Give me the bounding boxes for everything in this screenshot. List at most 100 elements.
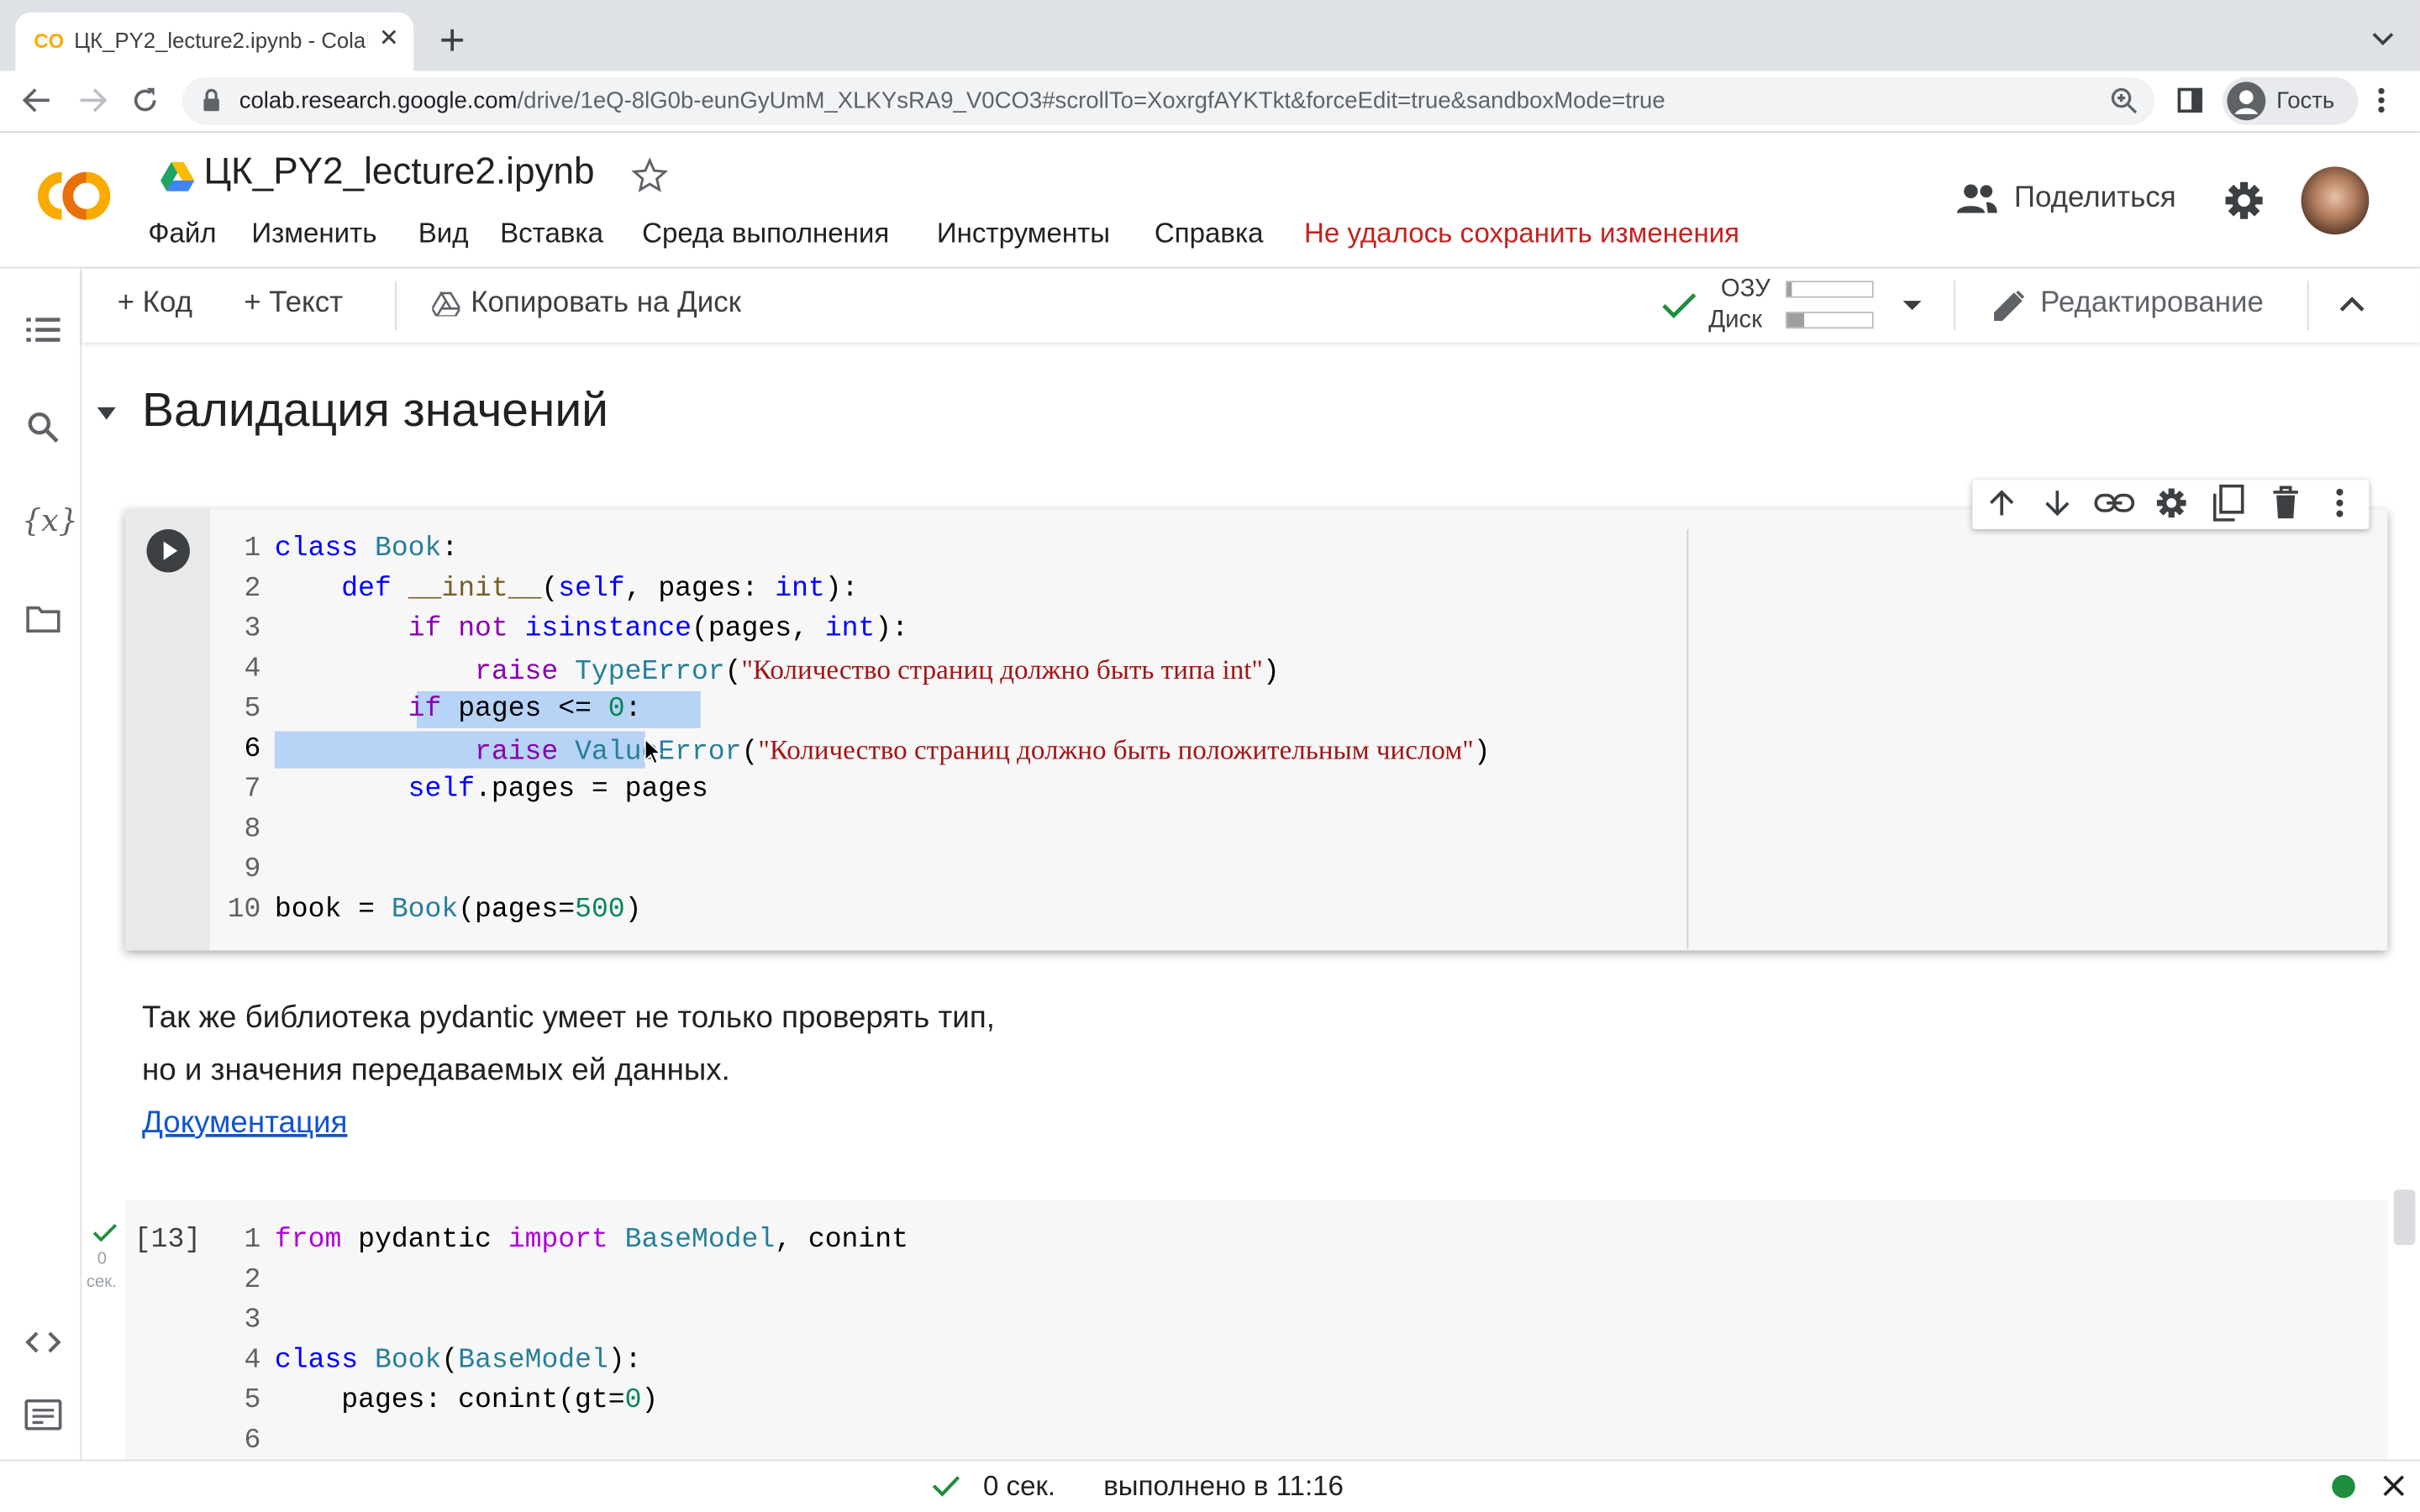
reload-icon[interactable] [129,85,160,116]
add-text-button[interactable]: + Текст [244,287,343,321]
link-icon[interactable] [2094,491,2135,515]
new-tab-icon[interactable] [439,26,466,54]
ram-label: ОЗУ [1720,276,1770,302]
edit-mode-button[interactable]: Редактирование [2040,287,2264,321]
line-number: 4 [244,1345,261,1377]
exec-time-unit: сек. [86,1273,117,1292]
code-line[interactable]: self.pages = pages [275,774,708,806]
code-line[interactable]: from pydantic import BaseModel, conint [275,1225,908,1256]
exec-time: 0 [97,1249,107,1268]
profile-avatar-icon [2227,81,2266,121]
settings-gear-icon[interactable] [2223,179,2265,222]
move-down-icon[interactable] [2042,487,2073,518]
line-number: 4 [244,654,261,685]
disk-meter[interactable] [1786,312,1874,329]
scrollbar-thumb[interactable] [2393,1189,2416,1246]
line-number: 2 [244,1265,261,1296]
copy-to-drive-button[interactable]: Копировать на Диск [471,287,741,321]
terminal-icon[interactable] [24,1399,62,1431]
code-line[interactable]: class Book: [275,533,458,564]
code-snippets-icon[interactable] [24,1328,61,1356]
cell-settings-icon[interactable] [2154,486,2188,520]
menu-file[interactable]: Файл [148,218,216,250]
cell-more-icon[interactable] [2335,487,2344,518]
code-line[interactable]: if not isinstance(pages, int): [275,614,908,645]
status-check-icon [932,1475,960,1497]
runtime-status-dot[interactable] [2332,1474,2355,1499]
section-collapse-icon[interactable] [96,406,118,421]
line-number: 1 [244,533,261,565]
text-paragraph: Так же библиотека pydantic умеет не толь… [141,1001,995,1036]
code-line[interactable]: book = Book(pages=500) [275,895,642,926]
move-up-icon[interactable] [1986,487,2018,518]
run-cell-button[interactable] [146,528,190,573]
close-status-icon[interactable] [2381,1473,2406,1498]
line-number: 2 [244,574,261,605]
variables-icon[interactable]: {x} [22,501,78,538]
line-number: 8 [244,814,261,846]
runtime-dropdown-icon[interactable] [1902,299,1923,312]
tab-title: ЦК_PY2_lecture2.ipynb - Colab [74,28,368,53]
line-number: 6 [244,1425,261,1457]
toc-icon[interactable] [26,317,60,344]
documentation-link[interactable]: Документация [142,1106,347,1142]
menu-tools[interactable]: Инструменты [937,218,1110,250]
mouse-cursor-icon [644,737,662,765]
delete-cell-icon[interactable] [2272,486,2300,520]
add-text-label: Текст [269,286,344,320]
ram-meter-fill [1786,282,1791,297]
side-panel-icon[interactable] [2176,87,2204,114]
line-number: 1 [244,1225,261,1257]
line-number: 3 [244,614,261,645]
line-number: 9 [244,854,261,886]
zoom-icon[interactable] [2110,87,2138,114]
toolbar-divider [395,281,397,331]
browser-menu-icon[interactable] [2377,87,2386,114]
toolbar-divider-3 [2307,281,2309,331]
code-line[interactable]: class Book(BaseModel): [275,1346,642,1377]
code-line[interactable]: def __init__(self, pages: int): [275,574,859,605]
drive-copy-icon [432,291,460,317]
collapse-header-icon[interactable] [2339,297,2365,312]
tab-close-icon[interactable] [376,24,401,49]
ruler-line [1686,528,1689,949]
section-heading: Валидация значений [141,382,608,437]
drive-icon [160,160,195,192]
save-error-message[interactable]: Не удалось сохранить изменения [1304,218,1739,250]
menu-edit[interactable]: Изменить [251,218,376,250]
code-line[interactable]: raise TypeError("Количество страниц долж… [275,654,1280,688]
menu-insert[interactable]: Вставка [500,218,603,250]
code-line[interactable]: if pages <= 0: [275,695,642,726]
exec-count: [13] [134,1225,202,1257]
files-icon[interactable] [26,605,60,633]
menu-view[interactable]: Вид [418,218,469,250]
connected-check-icon [1660,291,1697,319]
lock-icon[interactable] [203,88,221,113]
colab-logo[interactable] [31,166,118,225]
add-code-button[interactable]: + Код [118,287,192,321]
user-avatar[interactable] [2301,166,2370,235]
menu-runtime[interactable]: Среда выполнения [642,218,889,250]
ram-meter[interactable] [1786,281,1874,298]
share-button[interactable]: Поделиться [2014,182,2176,216]
forward-icon[interactable] [77,87,108,114]
profile-label: Гость [2276,87,2335,114]
pencil-icon [1992,288,2026,322]
disk-meter-fill [1786,312,1805,328]
url-text[interactable]: colab.research.google.com/drive/1eQ-8lG0… [239,88,1665,114]
star-icon[interactable] [631,157,669,194]
line-number: 10 [227,895,261,927]
line-number: 7 [244,774,261,806]
people-icon[interactable] [1955,182,1998,216]
mirror-cell-icon[interactable] [2212,484,2244,522]
add-code-label: Код [142,286,193,320]
back-icon[interactable] [22,87,53,114]
tab-search-icon[interactable] [2370,29,2395,48]
code-line[interactable]: raise ValueError("Количество страниц дол… [275,734,1491,768]
text-paragraph: но и значения передаваемых ей данных. [141,1053,730,1088]
search-icon[interactable] [26,411,60,444]
menu-help[interactable]: Справка [1155,218,1264,250]
code-line[interactable]: pages: conint(gt=0) [275,1385,658,1416]
notebook-title[interactable]: ЦК_PY2_lecture2.ipynb [203,151,594,194]
line-number: 5 [244,1385,261,1417]
